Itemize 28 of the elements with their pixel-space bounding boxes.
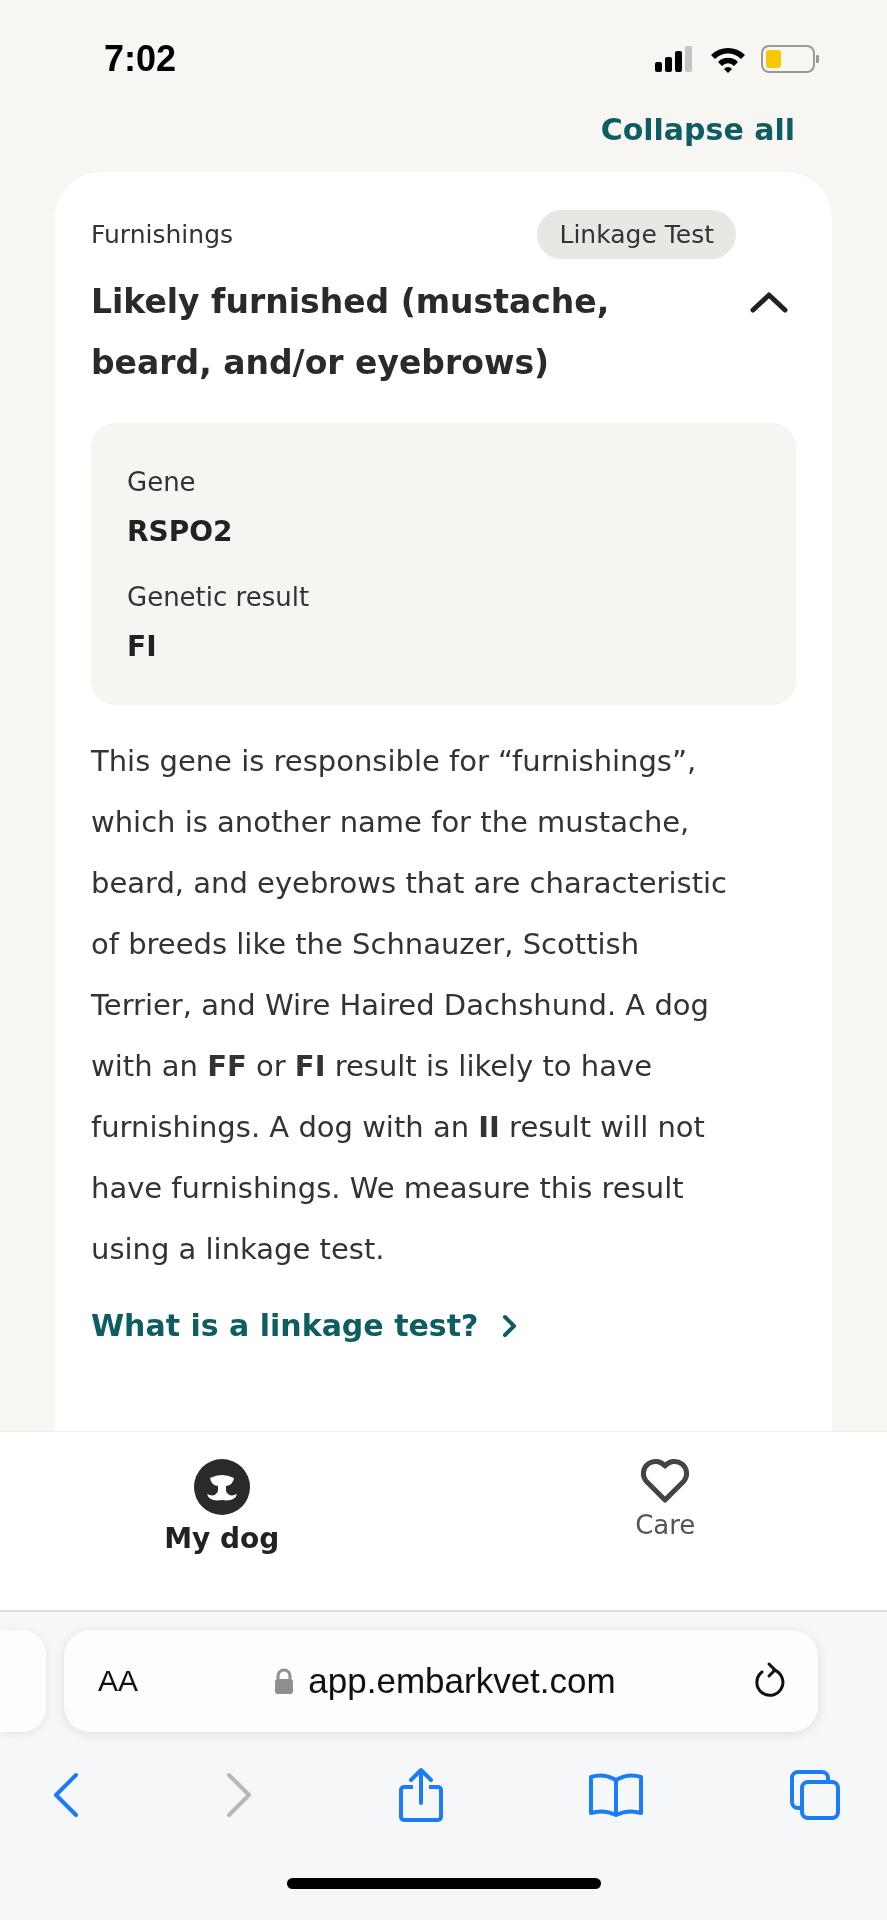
trait-title: Likely furnished (mustache, beard, and/or eyebrows) <box>91 281 611 384</box>
test-type-badge: Linkage Test <box>537 210 736 259</box>
tabs-icon[interactable] <box>789 1769 841 1821</box>
dog-nose-icon <box>192 1458 251 1516</box>
status-time: 7:02 <box>104 38 177 80</box>
wifi-icon <box>709 45 747 73</box>
nav-tab[interactable]: My dog <box>0 1432 444 1610</box>
battery-icon <box>761 45 819 73</box>
chevron-icon[interactable] <box>750 291 788 313</box>
back-icon[interactable] <box>52 1772 80 1818</box>
detail-label: Gene <box>127 467 197 497</box>
linkage-test-link[interactable]: What is a linkage test? <box>91 1308 519 1343</box>
share-icon[interactable] <box>397 1767 444 1823</box>
trait-description: This gene is responsible for “furnishings”, which is another name for the mustache, beard, and eyebrows that are characteristic of breeds like the Schnauzer, Scottish Terrier, and Wire Haired Dachshund. A dog with an FF or FI result is likely to have furnishings. A dog with an II result will not have furnishings. We measure this result using a linkage test. <box>91 743 729 1268</box>
collapse-all-link[interactable]: Collapse all <box>600 118 795 150</box>
signal-icon <box>655 46 695 72</box>
book-icon[interactable] <box>588 1772 645 1818</box>
address-bar[interactable]: AA app.embarkvet.com <box>64 1630 818 1732</box>
nav-tab[interactable]: Care <box>443 1432 887 1610</box>
url-text: app.embarkvet.com <box>308 1661 616 1701</box>
heart-icon <box>640 1458 691 1504</box>
text-size-button[interactable]: AA <box>98 1664 139 1698</box>
trait-category: Furnishings <box>91 220 234 249</box>
detail-label: Genetic result <box>127 582 311 612</box>
detail-value: RSPO2 <box>127 515 234 548</box>
chevron-right-icon <box>502 1313 519 1338</box>
lock-icon <box>274 1668 295 1694</box>
detail-value: FI <box>127 630 158 663</box>
